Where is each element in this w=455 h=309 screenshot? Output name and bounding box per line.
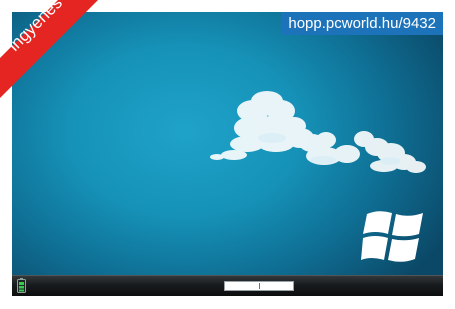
desktop-screen xyxy=(12,12,443,296)
taskbar-progress-bar xyxy=(224,281,294,291)
progress-marker xyxy=(259,283,260,289)
windows-logo-icon xyxy=(361,211,423,262)
taskbar xyxy=(12,275,443,296)
battery-icon[interactable] xyxy=(17,278,26,293)
url-badge[interactable]: hopp.pcworld.hu/9432 xyxy=(281,12,443,35)
